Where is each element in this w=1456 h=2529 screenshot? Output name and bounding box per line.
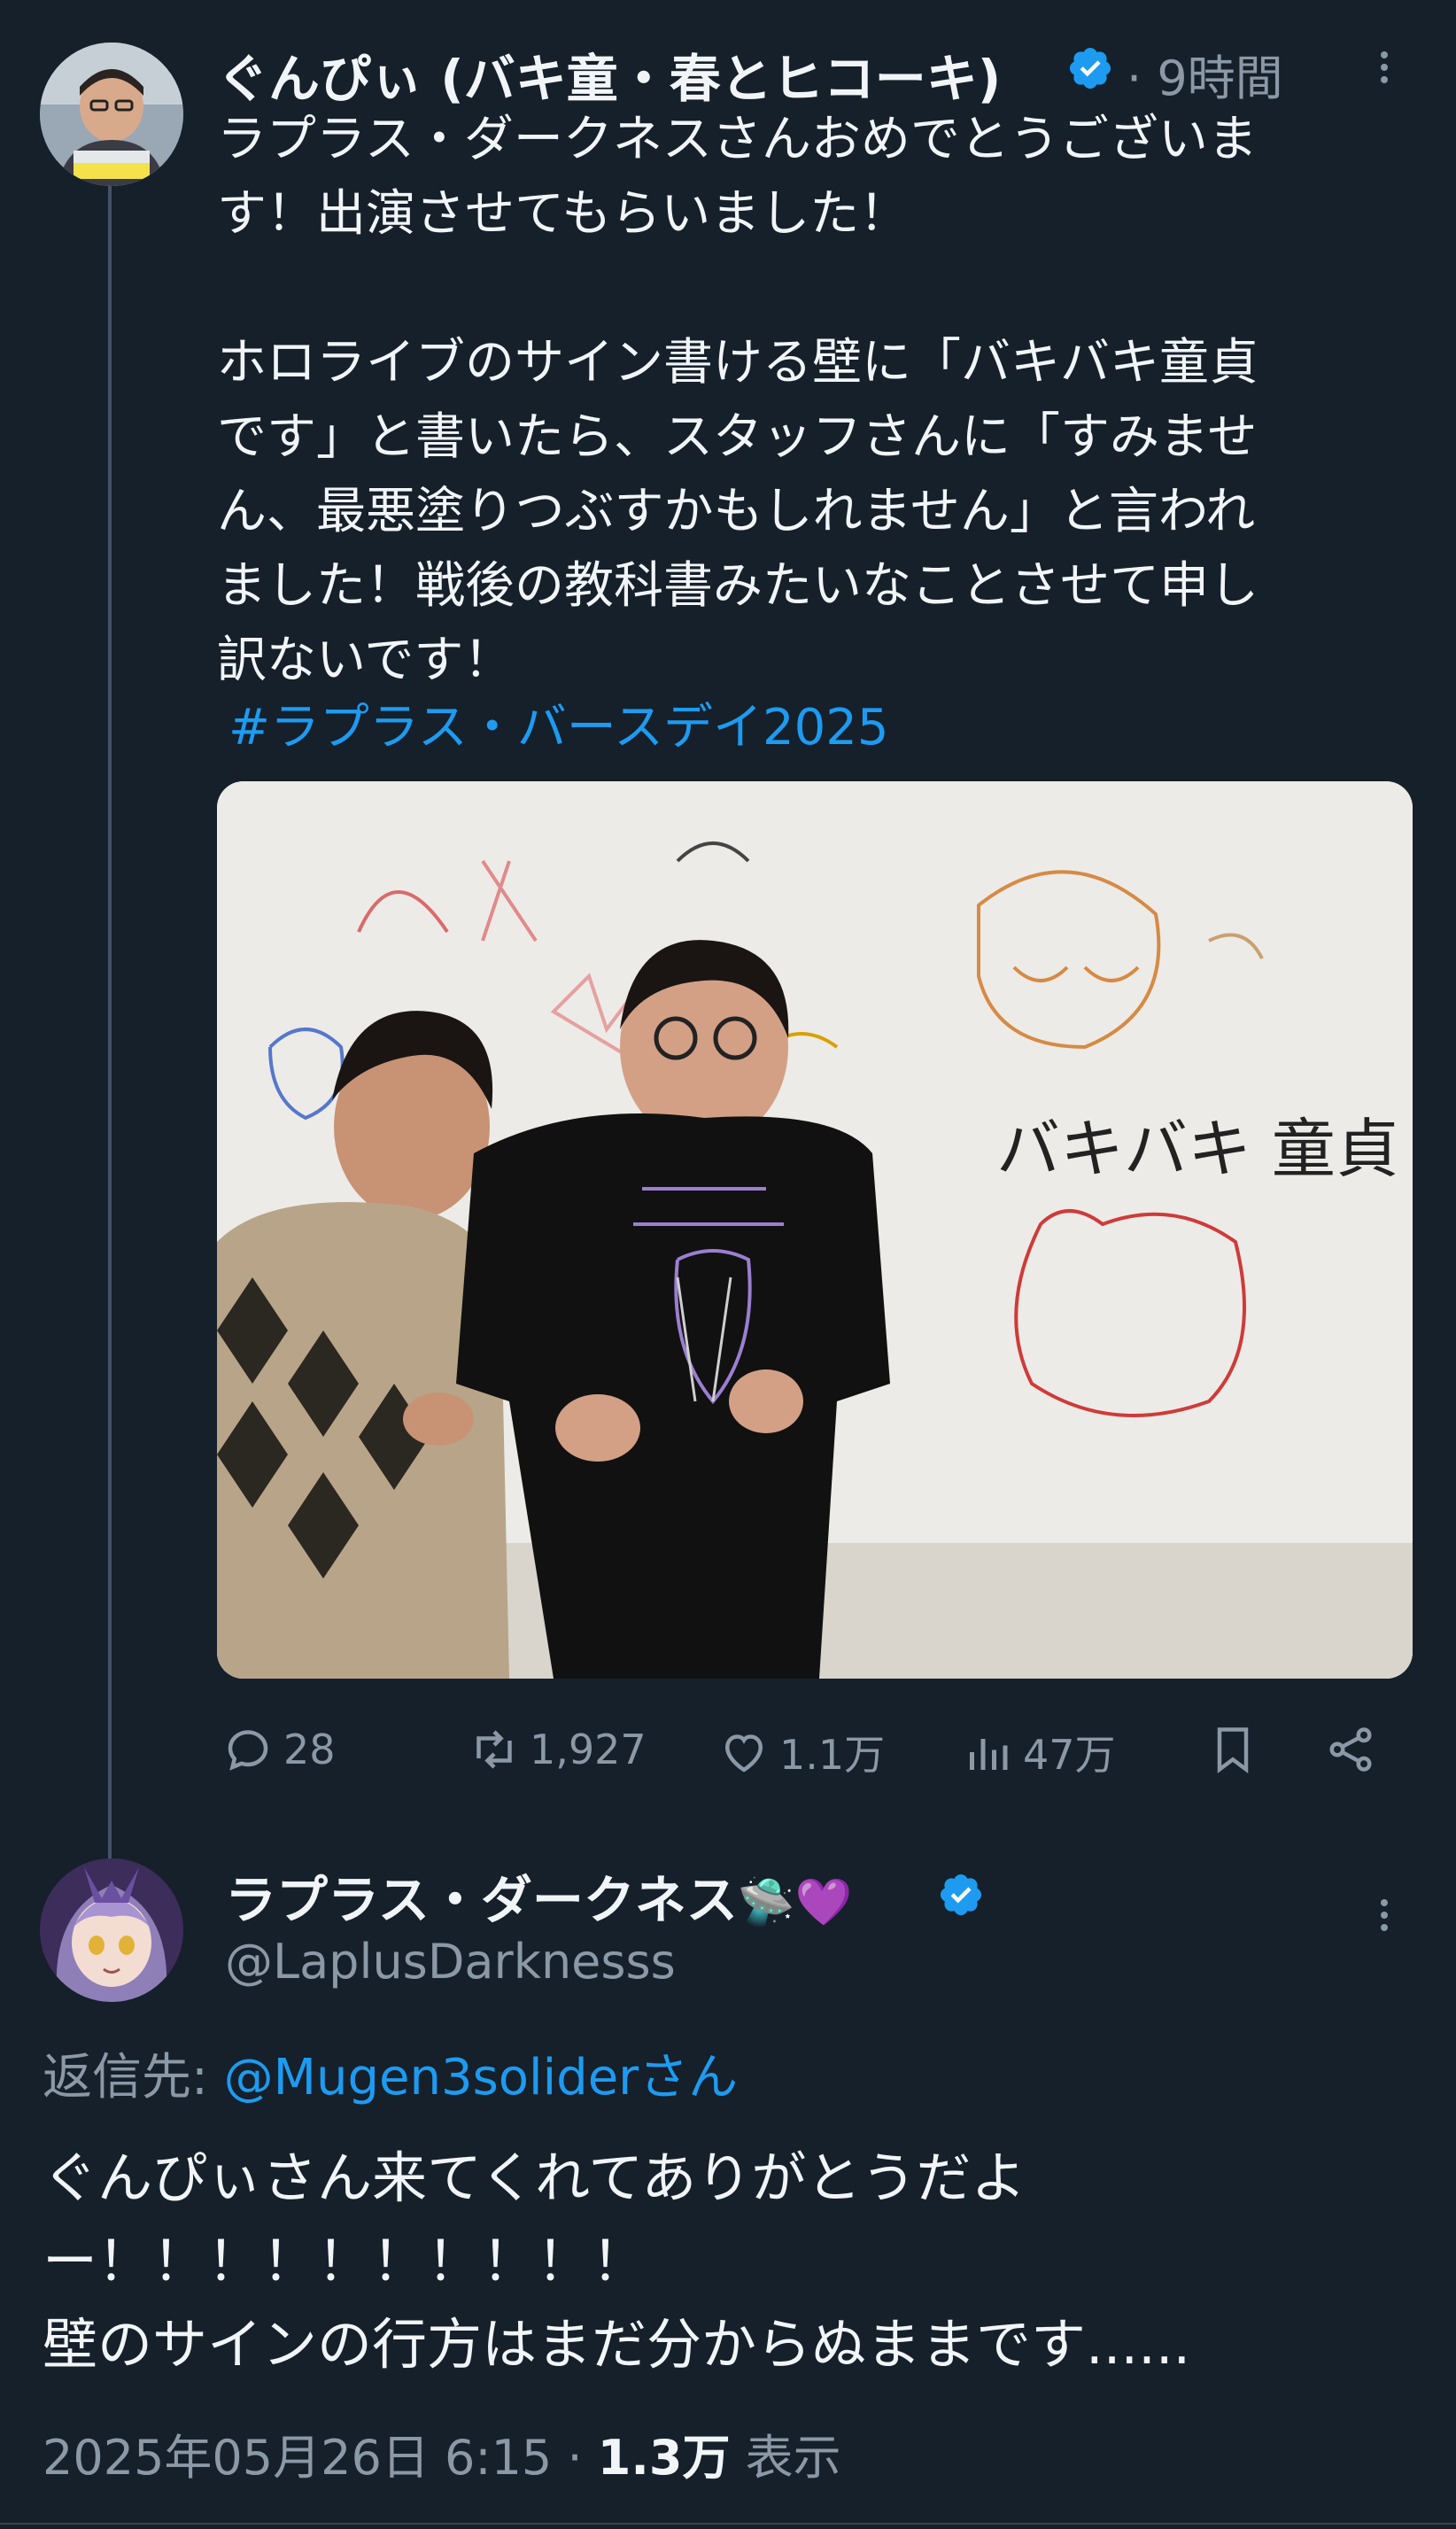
tweet2-name-text: ラプラス・ダークネス: [225, 1870, 738, 1930]
retweet-icon: [476, 1730, 512, 1769]
like-button[interactable]: 1.1万: [717, 1723, 885, 1781]
retweet-count: 1,927: [530, 1726, 647, 1773]
view-label: 表示: [730, 2430, 841, 2486]
view-count: 1.3万: [597, 2430, 731, 2486]
like-count: 1.1万: [779, 1731, 886, 1779]
reply-count: 28: [283, 1726, 336, 1773]
share-icon: [1329, 1727, 1372, 1772]
hashtag-link[interactable]: #ラプラス・バースデイ2025: [228, 687, 889, 759]
like-icon: [724, 1734, 763, 1773]
reply-to-link[interactable]: @Mugen3soliderさん: [224, 2049, 739, 2106]
reply-prefix: 返信先:: [43, 2049, 224, 2106]
tweet1-text: ラプラス・ダークネスさんおめでとうございま す！出演させてもらいました！ ホロラ…: [217, 111, 1259, 689]
share-button[interactable]: [1324, 1723, 1377, 1776]
tweet2-display-name[interactable]: ラプラス・ダークネス🛸💜: [225, 1858, 852, 1933]
bookmark-button[interactable]: [1206, 1723, 1259, 1776]
tweet1-photo[interactable]: バキバキ 童貞 です!!: [217, 781, 1413, 1679]
avatar-gunpi[interactable]: [40, 43, 183, 186]
bookmark-icon: [1217, 1727, 1249, 1773]
retweet-button[interactable]: 1,927: [468, 1723, 647, 1776]
tweet1-time[interactable]: · 9時間: [1127, 39, 1283, 109]
tweet1-display-name[interactable]: ぐんぴぃ (バキ童・春とヒコーキ): [217, 37, 1001, 112]
more-icon[interactable]: [1381, 1894, 1388, 1936]
more-icon[interactable]: [1381, 46, 1388, 89]
tweet2-meta: 2025年05月26日 6:15 · 1.3万 表示: [43, 2418, 841, 2488]
thread-connector-line: [108, 177, 112, 1860]
verified-badge-icon: [937, 1871, 985, 1922]
views-count: 47万: [1023, 1731, 1116, 1779]
reply-button[interactable]: 28: [221, 1723, 336, 1776]
views-icon: [970, 1739, 1008, 1770]
name-emoji: 🛸💜: [737, 1876, 853, 1929]
reply-to-line: 返信先: @Mugen3soliderさん: [43, 2037, 738, 2109]
reply-icon: [228, 1730, 268, 1771]
views-button[interactable]: 47万: [961, 1723, 1116, 1781]
tweet2-text: ぐんぴぃさん来てくれてありがとうだよ ー！！！！！！！！！！ 壁のサインの行方は…: [43, 2145, 1191, 2377]
photo-writing-text: バキバキ 童貞 です!!: [996, 1112, 1413, 1186]
tweet2-handle[interactable]: @LaplusDarknesss: [225, 1934, 676, 1990]
avatar-laplus[interactable]: [40, 1858, 183, 2002]
verified-badge-icon: [1066, 44, 1114, 96]
divider: [0, 2523, 1456, 2525]
timestamp[interactable]: 2025年05月26日 6:15 ·: [43, 2430, 598, 2486]
